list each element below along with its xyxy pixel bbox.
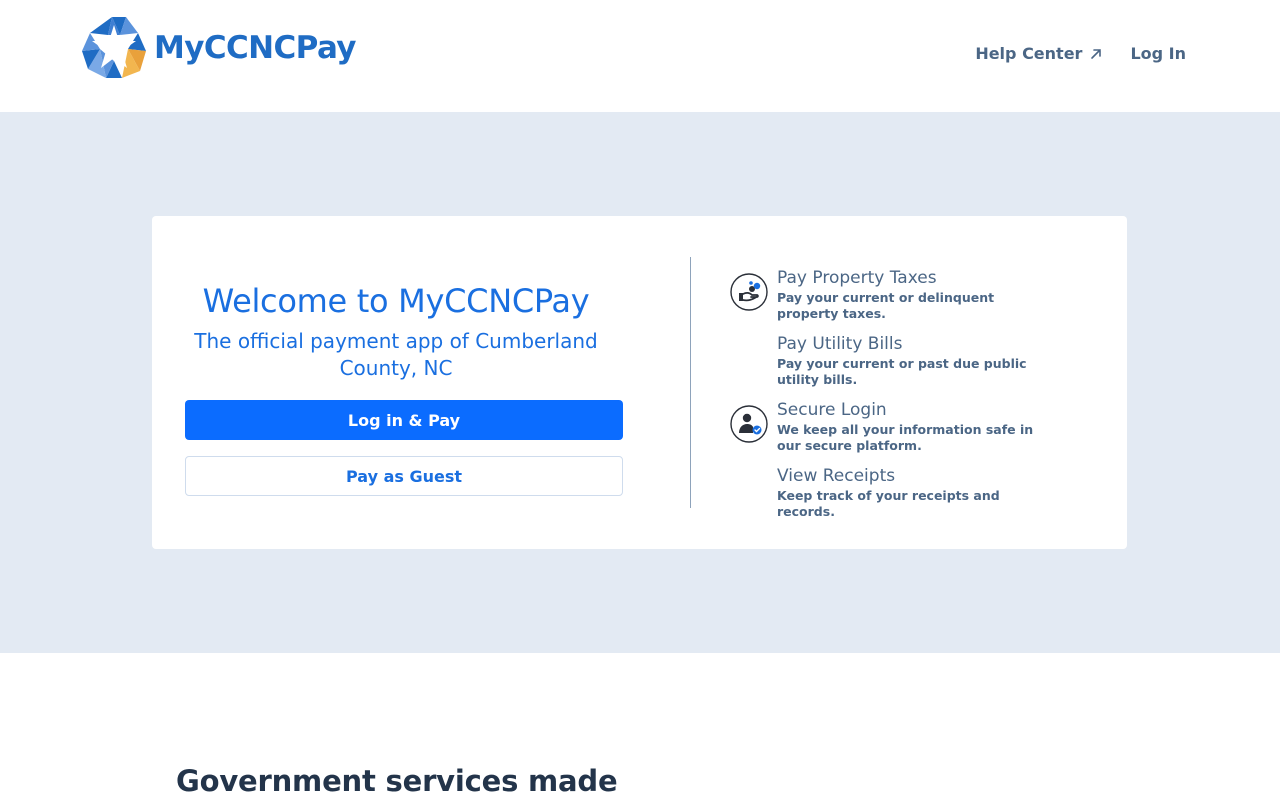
feature-title: Pay Property Taxes [777, 268, 937, 288]
help-center-label: Help Center [975, 44, 1083, 63]
feature-utility-bills: Pay Utility Bills Pay your current or pa… [729, 332, 1049, 398]
welcome-subtitle: The official payment app of Cumberland C… [194, 329, 598, 380]
card-divider [690, 257, 691, 508]
feature-list: Pay Property Taxes Pay your current or d… [729, 266, 1049, 530]
property-tax-icon [730, 273, 768, 311]
logo-star-icon [82, 17, 146, 78]
top-nav: Help Center Log In [975, 44, 1186, 63]
feature-desc: We keep all your information safe in our… [777, 422, 1034, 453]
feature-desc: Pay your current or past due public util… [777, 356, 1027, 387]
feature-desc: Keep track of your receipts and records. [777, 488, 1000, 519]
pay-as-guest-button[interactable]: Pay as Guest [185, 456, 623, 496]
feature-title: View Receipts [777, 466, 896, 486]
feature-title: Pay Utility Bills [777, 334, 903, 354]
hero-section: Welcome to MyCCNCPay The official paymen… [0, 112, 1280, 653]
logo[interactable]: MyCCNCPay [82, 17, 357, 79]
log-in-link[interactable]: Log In [1130, 44, 1186, 63]
feature-desc: Pay your current or delinquent property … [777, 290, 995, 321]
welcome-title: Welcome to MyCCNCPay [202, 282, 590, 320]
feature-title: Secure Login [777, 400, 887, 420]
feature-secure-login: Secure Login We keep all your informatio… [729, 398, 1049, 464]
top-bar: MyCCNCPay Help Center Log In [0, 0, 1280, 112]
secure-login-icon [730, 405, 768, 443]
brand-name: MyCCNCPay [154, 29, 357, 66]
services-section-title: Government services made [176, 764, 618, 798]
log-in-and-pay-button[interactable]: Log in & Pay [185, 400, 623, 440]
help-center-link[interactable]: Help Center [975, 44, 1104, 63]
feature-property-taxes: Pay Property Taxes Pay your current or d… [729, 266, 1049, 332]
feature-view-receipts: View Receipts Keep track of your receipt… [729, 464, 1049, 530]
welcome-panel: Welcome to MyCCNCPay The official paymen… [185, 216, 623, 549]
external-link-icon [1091, 48, 1102, 59]
welcome-card: Welcome to MyCCNCPay The official paymen… [152, 216, 1127, 549]
